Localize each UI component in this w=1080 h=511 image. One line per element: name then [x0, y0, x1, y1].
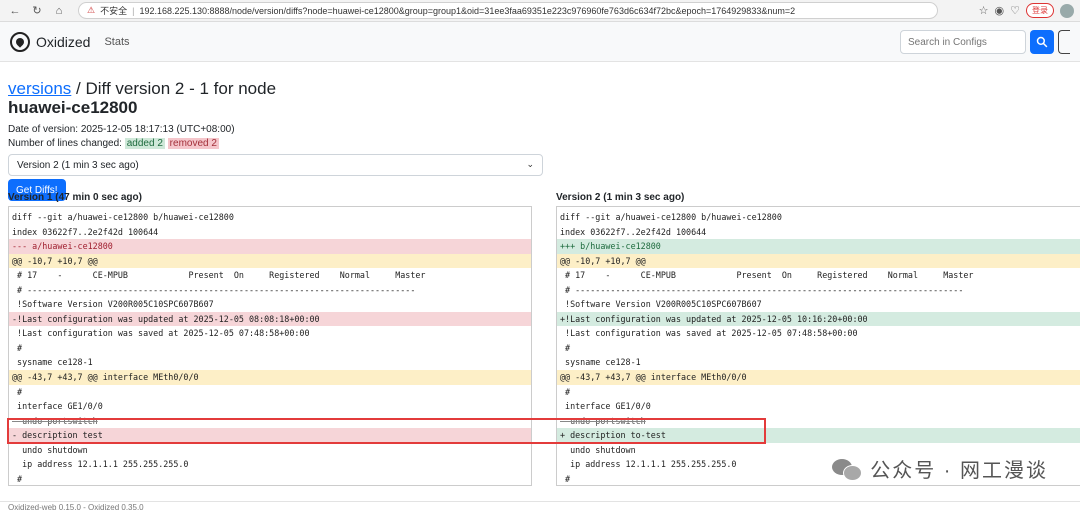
url-text: 192.168.225.130:8888/node/version/diffs?…: [139, 5, 796, 16]
diff-line: - description test: [9, 428, 531, 443]
diff-line: @@ -10,7 +10,7 @@: [557, 253, 1080, 269]
watermark: 公众号 · 网工漫谈: [832, 454, 1048, 483]
left-panel-title: Version 1 (47 min 0 sec ago): [8, 192, 142, 203]
nav-stats-link[interactable]: Stats: [104, 36, 129, 48]
diff-line: !Software Version V200R005C10SPC607B607: [12, 299, 214, 310]
version-select-value: Version 2 (1 min 3 sec ago): [17, 159, 139, 171]
insecure-label: 不安全: [100, 6, 128, 16]
diff-line: !Last configuration was saved at 2025-12…: [12, 328, 310, 339]
wechat-icon: [832, 457, 863, 481]
diff-line: @@ -43,7 +43,7 @@ interface MEth0/0/0: [9, 370, 531, 385]
footer: Oxidized-web 0.15.0 - Oxidized 0.35.0: [0, 501, 1080, 511]
version-select[interactable]: Version 2 (1 min 3 sec ago) ⌄: [8, 154, 543, 176]
login-button[interactable]: 登录: [1026, 3, 1054, 18]
theme-toggle-button[interactable]: [1058, 30, 1070, 54]
diff-line: !Last configuration was saved at 2025-12…: [560, 328, 858, 339]
oxidized-logo-icon: [10, 31, 30, 52]
left-diff-content[interactable]: diff --git a/huawei-ce12800 b/huawei-ce1…: [8, 206, 532, 486]
chevron-down-icon: ⌄: [526, 159, 534, 169]
diff-line: diff --git a/huawei-ce12800 b/huawei-ce1…: [560, 212, 782, 222]
added-badge: added 2: [124, 138, 165, 149]
back-icon[interactable]: ←: [6, 2, 24, 20]
address-bar[interactable]: ⚠ 不安全 | 192.168.225.130:8888/node/versio…: [78, 2, 938, 19]
browser-toolbar: ← ↻ ⌂ ⚠ 不安全 | 192.168.225.130:8888/node/…: [0, 0, 1080, 22]
versions-link[interactable]: versions: [8, 79, 71, 98]
star-icon[interactable]: ☆: [979, 4, 989, 17]
address-separator: |: [132, 5, 135, 16]
diff-line: diff --git a/huawei-ce12800 b/huawei-ce1…: [12, 212, 234, 222]
diff-line: #: [12, 473, 23, 484]
lines-changed: Number of lines changed: added 2 removed…: [8, 137, 1072, 151]
right-diff-panel: Version 2 (1 min 3 sec ago) diff --git a…: [556, 192, 1080, 486]
app-navbar: Oxidized Stats: [0, 22, 1080, 62]
diff-line: # 17 - CE-MPUB Present On Registered Nor…: [12, 270, 426, 281]
diff-line: -!Last configuration was updated at 2025…: [9, 311, 531, 327]
warning-icon: ⚠: [87, 5, 96, 15]
watermark-text: 公众号 · 网工漫谈: [870, 460, 1048, 482]
diff-line: --- a/huawei-ce12800: [9, 239, 531, 254]
diff-line: ip address 12.1.1.1 255.255.255.0: [12, 459, 189, 470]
avatar[interactable]: [1060, 3, 1074, 18]
removed-badge: removed 2: [167, 138, 219, 149]
diff-line: #: [560, 386, 571, 397]
diff-line: !Software Version V200R005C10SPC607B607: [560, 299, 762, 310]
diff-line: undo portswitch: [12, 415, 98, 426]
home-icon[interactable]: ⌂: [50, 2, 68, 20]
diff-line: undo portswitch: [560, 415, 646, 426]
diff-line: +!Last configuration was updated at 2025…: [557, 311, 1080, 327]
favorites-icon[interactable]: ♡: [1010, 4, 1020, 17]
diff-line: index 03622f7..2e2f42d 100644: [560, 226, 707, 237]
reload-icon[interactable]: ↻: [28, 2, 46, 20]
lines-changed-label: Number of lines changed:: [8, 138, 125, 149]
diff-line: + description to-test: [557, 428, 1080, 443]
search-icon: [1036, 36, 1048, 48]
page-title: versions / Diff version 2 - 1 for node h…: [8, 79, 338, 117]
diff-line: undo shutdown: [12, 444, 88, 455]
right-diff-content[interactable]: diff --git a/huawei-ce12800 b/huawei-ce1…: [556, 206, 1080, 486]
right-panel-title: Version 2 (1 min 3 sec ago): [556, 192, 685, 203]
diff-line: # --------------------------------------…: [560, 284, 964, 295]
extensions-icon[interactable]: ◉: [995, 4, 1005, 17]
diff-line: sysname ce128-1: [560, 357, 641, 368]
diff-line: +++ b/huawei-ce12800: [557, 239, 1080, 254]
brand-name: Oxidized: [36, 33, 91, 50]
brand-link[interactable]: Oxidized: [10, 31, 91, 52]
diff-line: sysname ce128-1: [12, 357, 93, 368]
search-input[interactable]: [900, 30, 1026, 54]
diff-line: @@ -43,7 +43,7 @@ interface MEth0/0/0: [557, 370, 1080, 385]
diff-line: interface GE1/0/0: [560, 401, 651, 412]
search-button[interactable]: [1030, 30, 1054, 54]
version-date: Date of version: 2025-12-05 18:17:13 (UT…: [8, 124, 235, 135]
node-name: huawei-ce12800: [8, 98, 138, 117]
diff-line: #: [12, 342, 23, 353]
diff-line: # 17 - CE-MPUB Present On Registered Nor…: [560, 270, 974, 281]
diff-line: @@ -10,7 +10,7 @@: [9, 253, 531, 269]
diff-line: index 03622f7..2e2f42d 100644: [12, 226, 159, 237]
diff-line: # --------------------------------------…: [12, 284, 416, 295]
left-diff-panel: Version 1 (47 min 0 sec ago) diff --git …: [8, 192, 532, 486]
version-meta: Date of version: 2025-12-05 18:17:13 (UT…: [8, 123, 1072, 151]
diff-line: #: [560, 342, 571, 353]
title-text: / Diff version 2 - 1 for node: [71, 79, 277, 98]
diff-line: interface GE1/0/0: [12, 401, 103, 412]
diff-line: #: [12, 386, 23, 397]
